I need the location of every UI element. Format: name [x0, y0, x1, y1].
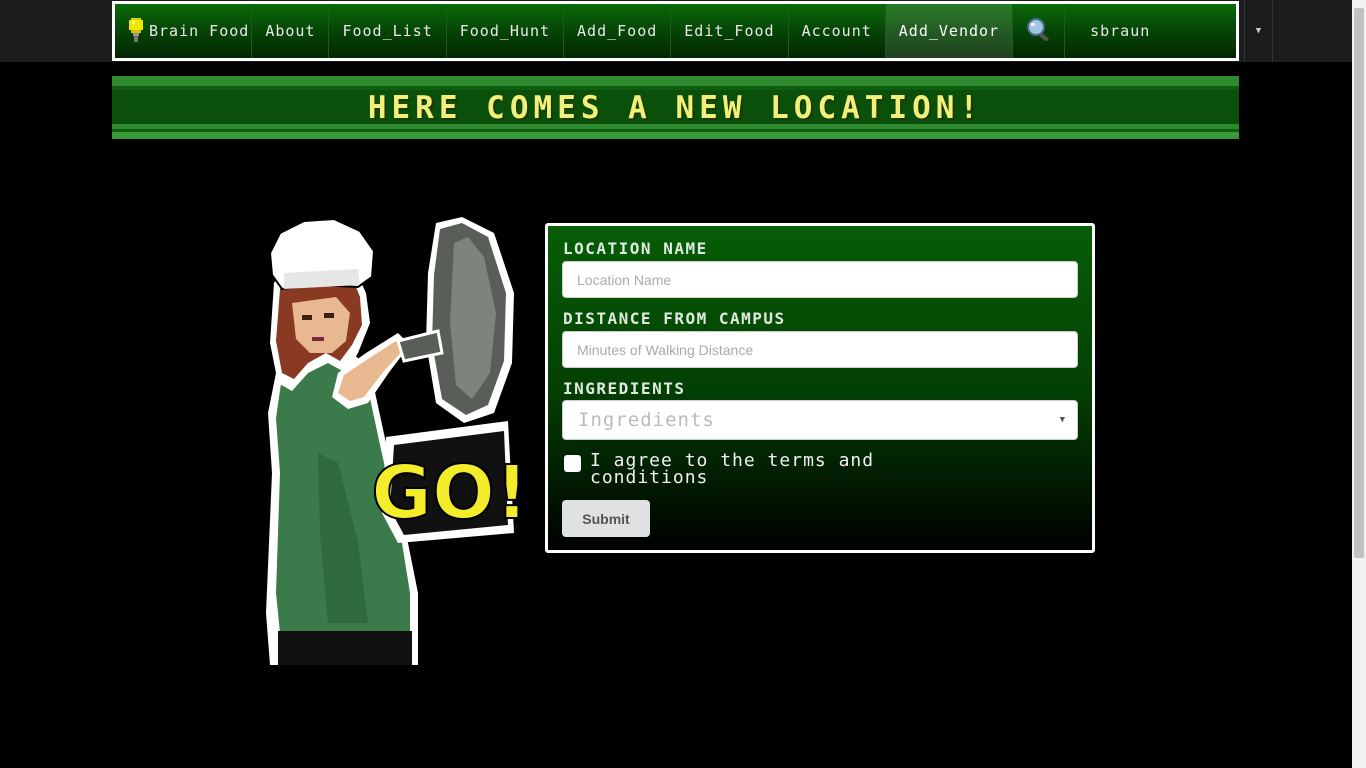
- distance-input[interactable]: [562, 331, 1078, 368]
- nav-item-edit-food[interactable]: Edit_Food: [671, 4, 789, 58]
- caret-down-icon: ▼: [1059, 415, 1065, 425]
- terms-label[interactable]: I agree to the terms and conditions: [590, 452, 940, 487]
- main-nav: Brain Food About Food_List Food_Hunt Add…: [112, 1, 1239, 61]
- ingredients-label: INGREDIENTS: [563, 379, 686, 398]
- nav-label: About: [265, 22, 316, 40]
- brand-name: Brain Food: [149, 22, 250, 40]
- brand-link[interactable]: Brain Food: [115, 4, 253, 58]
- banner: HERE COMES A NEW LOCATION!: [112, 76, 1239, 139]
- lightbulb-icon: [129, 18, 143, 44]
- nav-item-account[interactable]: Account: [789, 4, 886, 58]
- nav-label: Account: [801, 22, 872, 40]
- nav-item-add-food[interactable]: Add_Food: [564, 4, 672, 58]
- user-menu[interactable]: sbraun: [1065, 4, 1163, 58]
- distance-label: DISTANCE FROM CAMPUS: [563, 309, 786, 328]
- terms-checkbox[interactable]: [564, 455, 581, 472]
- user-dropdown-toggle[interactable]: ▼: [1244, 0, 1273, 62]
- nav-label: Food_Hunt: [459, 22, 551, 40]
- ingredients-placeholder: Ingredients: [578, 409, 715, 431]
- nav-item-about[interactable]: About: [252, 4, 330, 58]
- banner-title: HERE COMES A NEW LOCATION!: [367, 89, 984, 126]
- magnifier-icon: [1026, 17, 1052, 45]
- username: sbraun: [1090, 22, 1151, 40]
- nav-item-add-vendor[interactable]: Add_Vendor: [885, 4, 1014, 58]
- nav-label: Add_Food: [577, 22, 658, 40]
- scrollbar-thumb[interactable]: [1354, 8, 1364, 558]
- ingredients-select[interactable]: Ingredients ▼: [562, 400, 1078, 440]
- page-scrollbar[interactable]: [1352, 0, 1366, 768]
- caret-down-icon: ▼: [1255, 26, 1262, 36]
- nav-label: Add_Vendor: [898, 22, 1000, 40]
- submit-button[interactable]: Submit: [562, 500, 650, 537]
- chef-illustration: GO!: [258, 213, 530, 668]
- nav-item-food-hunt[interactable]: Food_Hunt: [447, 4, 565, 58]
- nav-item-food-list[interactable]: Food_List: [329, 4, 447, 58]
- location-name-label: LOCATION NAME: [563, 239, 708, 258]
- location-name-input[interactable]: [562, 261, 1078, 298]
- top-bar: Brain Food About Food_List Food_Hunt Add…: [0, 0, 1352, 62]
- search-button[interactable]: [1013, 4, 1066, 58]
- nav-label: Edit_Food: [684, 22, 775, 40]
- go-caption: GO!: [371, 450, 518, 536]
- add-vendor-form: LOCATION NAME DISTANCE FROM CAMPUS INGRE…: [545, 223, 1095, 553]
- terms-row: I agree to the terms and conditions: [564, 452, 940, 487]
- nav-label: Food_List: [342, 22, 433, 40]
